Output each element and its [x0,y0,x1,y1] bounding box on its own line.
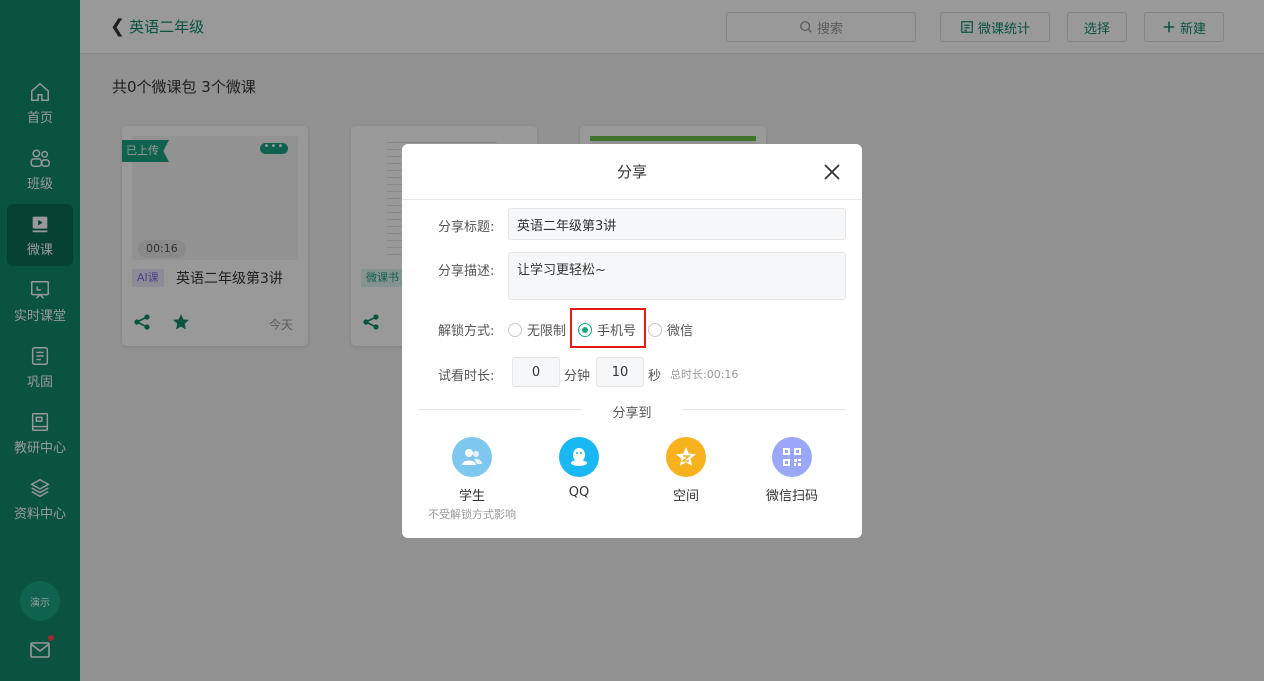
trial-minutes-input[interactable] [512,357,560,387]
qzone-star-icon[interactable] [666,437,706,477]
share-to-qzone[interactable]: 空间 [636,437,736,504]
qr-code-icon[interactable] [772,437,812,477]
unlock-option-unlimited[interactable]: 无限制 [508,320,566,339]
share-title-label: 分享标题: [438,220,495,235]
share-desc-input[interactable]: 让学习更轻松~ [508,252,846,300]
share-desc-label: 分享描述: [438,264,495,279]
dialog-header: 分享 [402,144,862,200]
student-icon[interactable] [452,437,492,477]
share-to-wechat-qr[interactable]: 微信扫码 [742,437,842,504]
qq-icon[interactable] [559,437,599,477]
unlock-label: 解锁方式: [438,324,495,339]
share-target-label: 空间 [672,489,699,504]
total-duration: 总时长:00:16 [670,368,739,381]
share-to-qq[interactable]: QQ [529,437,629,500]
second-unit: 秒 [648,369,662,384]
unlock-option-wechat[interactable]: 微信 [648,320,693,339]
radio-label: 微信 [667,324,694,339]
close-icon[interactable] [822,162,842,182]
share-target-label: QQ [568,485,590,500]
radio-label: 无限制 [527,324,567,339]
share-title-input[interactable] [508,208,846,240]
radio-button[interactable] [508,322,522,337]
minute-unit: 分钟 [564,369,591,384]
share-to-student[interactable]: 学生 [422,437,522,504]
share-target-label: 学生 [458,489,485,504]
dialog-title: 分享 [616,163,647,181]
trial-label: 试看时长: [438,369,495,384]
share-target-label: 微信扫码 [765,489,818,504]
highlight-box [570,308,646,348]
student-note: 不受解锁方式影响 [428,508,516,521]
radio-button[interactable] [648,322,662,337]
share-dialog: 分享 分享标题: 分享描述: 让学习更轻松~ 解锁方式: 无限制 手机号 微信 … [402,144,862,538]
trial-seconds-input[interactable] [596,357,644,387]
share-to-heading: 分享到 [612,406,652,421]
